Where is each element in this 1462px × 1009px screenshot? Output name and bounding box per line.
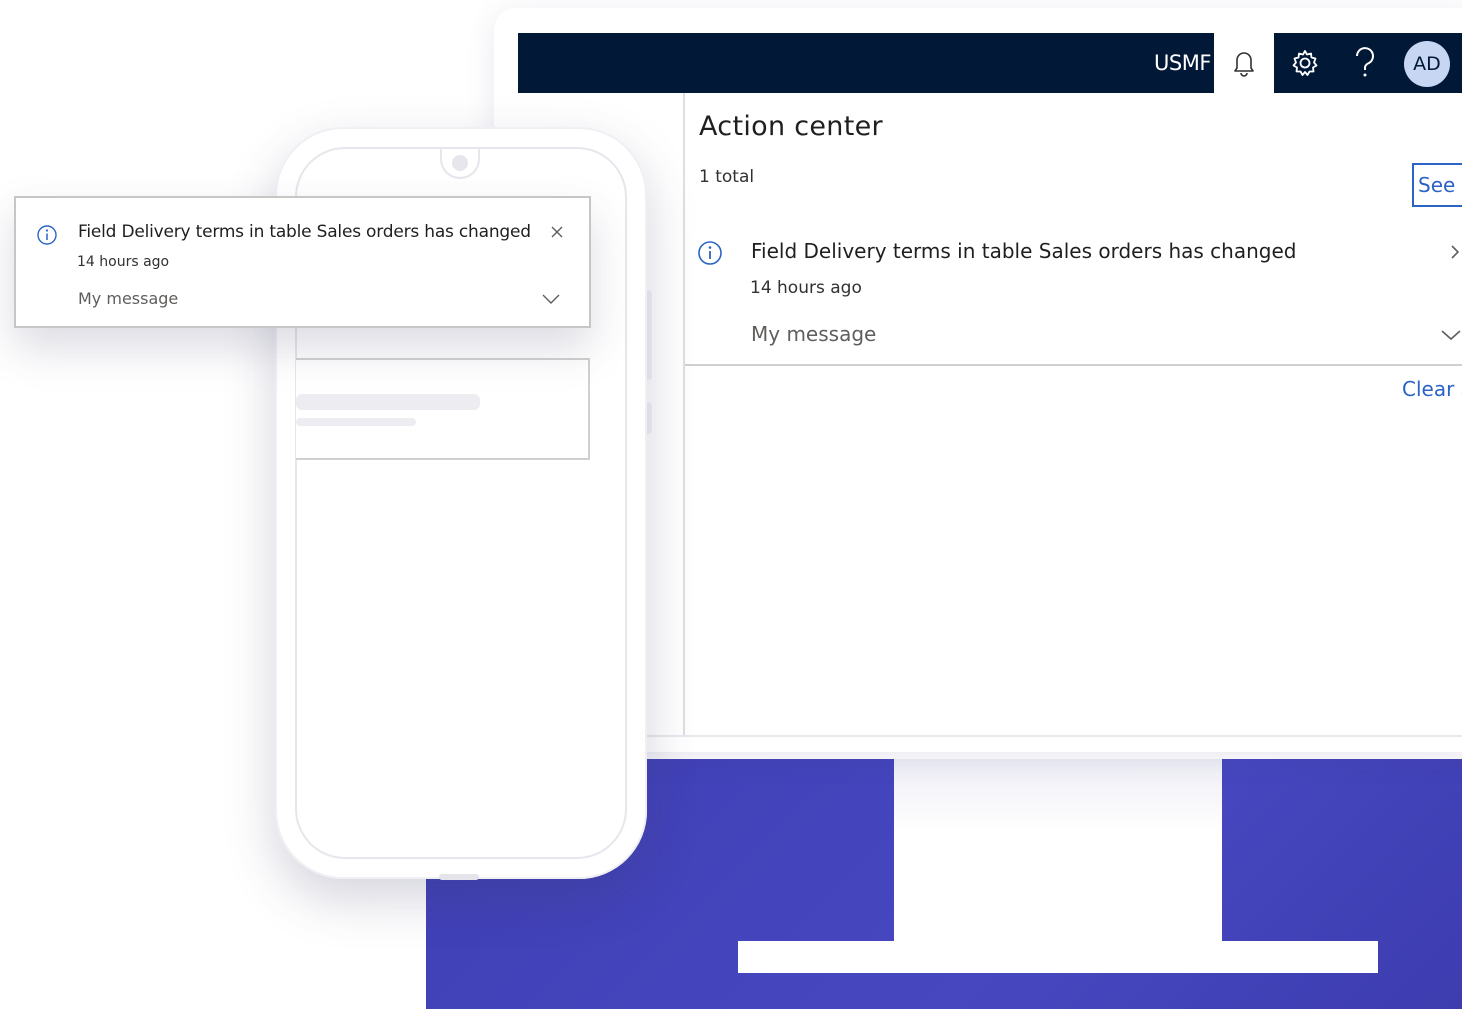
placeholder-card xyxy=(296,358,590,460)
action-center-title: Action center xyxy=(699,111,883,142)
top-navigation-bar: USMF AD xyxy=(518,33,1462,93)
toast-title: Field Delivery terms in table Sales orde… xyxy=(78,222,531,242)
info-icon xyxy=(37,225,57,245)
gear-icon xyxy=(1292,50,1318,76)
chevron-down-icon[interactable] xyxy=(541,293,561,305)
help-icon xyxy=(1356,47,1374,77)
user-avatar[interactable]: AD xyxy=(1404,41,1450,87)
notification-count: 1 total xyxy=(699,167,755,187)
toast-time: 14 hours ago xyxy=(77,254,170,270)
notification-time: 14 hours ago xyxy=(750,278,862,298)
notification-title[interactable]: Field Delivery terms in table Sales orde… xyxy=(751,239,1296,263)
toast-message: My message xyxy=(78,289,179,308)
chevron-right-icon[interactable] xyxy=(1449,243,1461,261)
settings-button[interactable] xyxy=(1275,33,1335,93)
toast-notification[interactable]: Field Delivery terms in table Sales orde… xyxy=(14,196,591,328)
clear-all-link[interactable]: Clear all xyxy=(1402,377,1462,401)
desktop-screen: USMF AD Action center 1 total See Field … xyxy=(518,33,1462,737)
phone-home-indicator xyxy=(439,874,479,880)
company-picker[interactable]: USMF xyxy=(1154,51,1211,75)
chevron-down-icon[interactable] xyxy=(1440,328,1462,342)
divider xyxy=(685,364,1462,366)
monitor-foot xyxy=(738,941,1378,973)
camera-icon xyxy=(452,155,468,171)
bell-icon xyxy=(1234,52,1254,77)
close-icon[interactable] xyxy=(549,224,565,240)
monitor-neck xyxy=(894,759,1222,941)
notifications-button[interactable] xyxy=(1214,33,1274,93)
notification-message: My message xyxy=(751,322,877,346)
see-all-button[interactable]: See all xyxy=(1412,163,1462,207)
skeleton-line xyxy=(296,394,480,410)
info-icon xyxy=(698,241,722,265)
skeleton-line xyxy=(296,418,416,426)
help-button[interactable] xyxy=(1335,33,1395,93)
